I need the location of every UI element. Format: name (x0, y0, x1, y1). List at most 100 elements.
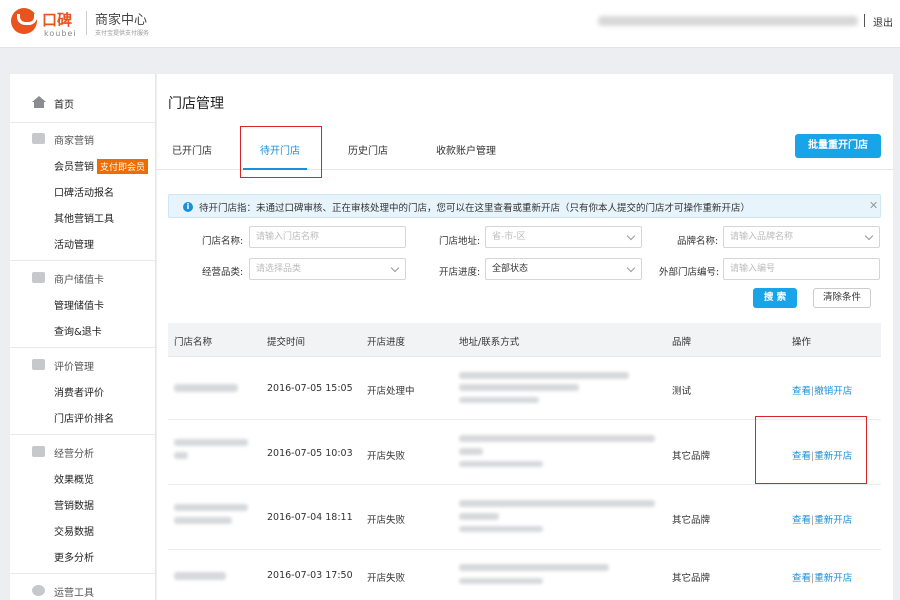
sidebar-item-member-marketing[interactable]: 会员营销 支付即会员 (54, 158, 149, 174)
col-operations: 操作 (792, 337, 812, 348)
home-icon (32, 96, 46, 108)
sidebar-item-store-ranking[interactable]: 门店评价排名 (54, 410, 114, 425)
sidebar-item-trade-data[interactable]: 交易数据 (54, 523, 94, 538)
close-icon[interactable]: ✕ (869, 199, 878, 212)
sidebar-item-other-tools[interactable]: 其他营销工具 (54, 210, 114, 225)
store-name-blurred (174, 439, 248, 446)
brand-name-input[interactable]: 请输入品牌名称 (723, 226, 880, 248)
clear-filters-button[interactable]: 清除条件 (813, 288, 871, 308)
tools-icon (32, 585, 45, 596)
brand-name-cn: 口碑 (42, 11, 73, 29)
batch-reopen-button[interactable]: 批量重开门店 (795, 134, 881, 158)
progress-status: 开店失败 (367, 573, 406, 584)
row-operations: 查看|撤销开店 (792, 386, 853, 397)
store-name-blurred (174, 452, 188, 459)
progress-select[interactable]: 全部状态 (485, 258, 642, 280)
address-blurred (459, 372, 629, 379)
cancel-open-link[interactable]: 撤销开店 (814, 386, 852, 397)
col-brand: 品牌 (672, 337, 692, 348)
review-icon (32, 359, 45, 370)
top-bar: 口碑 koubei 商家中心 支付宝提供支付服务 退出 (0, 0, 900, 48)
store-name-blurred (174, 517, 232, 524)
view-link[interactable]: 查看 (792, 386, 811, 397)
page-title: 门店管理 (168, 96, 224, 112)
submit-time: 2016-07-03 17:50 (267, 570, 353, 581)
address-blurred (459, 513, 499, 520)
address-blurred (459, 384, 579, 391)
store-address-select[interactable]: 省-市-区 (485, 226, 642, 248)
highlight-box-pending-tab (240, 126, 322, 178)
tab-opened-stores[interactable]: 已开门店 (172, 142, 212, 157)
search-button[interactable]: 搜 索 (753, 288, 797, 308)
view-link[interactable]: 查看 (792, 515, 811, 526)
notice-text: 待开门店指：未通过口碑审核、正在审核处理中的门店，您可以在这里查看或重新开店（只… (199, 203, 751, 214)
brand: 其它品牌 (672, 573, 711, 584)
store-name-blurred (174, 384, 238, 392)
view-link[interactable]: 查看 (792, 573, 811, 584)
table-row: 2016-07-03 17:50 开店失败 其它品牌 查看|重新开店 (168, 551, 881, 600)
col-progress: 开店进度 (367, 337, 406, 348)
sidebar-item-manage-card[interactable]: 管理储值卡 (54, 297, 104, 312)
center-title: 商家中心 (95, 13, 148, 28)
info-icon: i (183, 202, 193, 212)
tab-history-stores[interactable]: 历史门店 (348, 142, 388, 157)
submit-time: 2016-07-05 15:05 (267, 383, 353, 394)
address-blurred (459, 564, 609, 571)
progress-status: 开店失败 (367, 451, 406, 462)
logout-link[interactable]: 退出 (873, 14, 893, 29)
sidebar-item-activity-manage[interactable]: 活动管理 (54, 236, 94, 251)
col-store-name: 门店名称 (174, 337, 213, 348)
notice-banner: i 待开门店指：未通过口碑审核、正在审核处理中的门店，您可以在这里查看或重新开店… (168, 194, 881, 218)
sidebar-item-more-analysis[interactable]: 更多分析 (54, 549, 94, 564)
category-select[interactable]: 请选择品类 (249, 258, 406, 280)
submit-time: 2016-07-05 10:03 (267, 448, 353, 459)
address-blurred (459, 500, 655, 507)
sidebar-item-home[interactable]: 首页 (54, 96, 74, 111)
logo-divider (86, 11, 87, 35)
progress-status: 开店处理中 (367, 386, 415, 397)
header-divider (864, 14, 865, 27)
table-row: 2016-07-04 18:11 开店失败 其它品牌 查看|重新开店 (168, 486, 881, 550)
sidebar-item-consumer-review[interactable]: 消费者评价 (54, 384, 104, 399)
sidebar-group-marketing (10, 122, 156, 123)
koubei-logo-icon (11, 8, 37, 34)
table-row: 2016-07-05 15:05 开店处理中 测试 查看|撤销开店 (168, 358, 881, 420)
highlight-box-reopen-ops (755, 416, 867, 484)
analytics-icon (32, 446, 45, 457)
contact-blurred (459, 461, 543, 467)
sidebar-group-analytics (10, 434, 156, 435)
brand-name-label: 品牌名称: (677, 236, 719, 247)
progress-status: 开店失败 (367, 515, 406, 526)
store-name-label: 门店名称: (202, 236, 244, 247)
contact-blurred (459, 397, 539, 403)
sidebar-item-overview[interactable]: 效果概览 (54, 471, 94, 486)
submit-time: 2016-07-04 18:11 (267, 512, 353, 523)
table-header: 门店名称 提交时间 开店进度 地址/联系方式 品牌 操作 (168, 323, 881, 357)
sidebar-item-marketing-data[interactable]: 营销数据 (54, 497, 94, 512)
store-address-label: 门店地址: (439, 236, 481, 247)
contact-blurred (459, 578, 543, 584)
external-id-input[interactable]: 请输入编号 (723, 258, 880, 280)
sidebar-item-query-refund[interactable]: 查询&退卡 (54, 323, 102, 338)
main-panel: 门店管理 已开门店 待开门店 历史门店 收款账户管理 批量重开门店 i 待开门店… (157, 74, 893, 600)
tab-payment-accounts[interactable]: 收款账户管理 (436, 142, 496, 157)
row-operations: 查看|重新开店 (792, 573, 853, 584)
sidebar-group-tools (10, 573, 156, 574)
reopen-link[interactable]: 重新开店 (814, 573, 852, 584)
sidebar-item-activity-signup[interactable]: 口碑活动报名 (54, 184, 114, 199)
store-name-blurred (174, 572, 226, 580)
row-operations: 查看|重新开店 (792, 515, 853, 526)
pay-member-tag: 支付即会员 (97, 159, 149, 174)
reopen-link[interactable]: 重新开店 (814, 515, 852, 526)
col-address: 地址/联系方式 (459, 337, 520, 348)
address-blurred (459, 448, 483, 455)
koubei-logo[interactable]: 口碑 koubei 商家中心 支付宝提供支付服务 (11, 8, 161, 40)
contact-blurred (459, 526, 543, 532)
brand: 其它品牌 (672, 515, 711, 526)
col-submit-time: 提交时间 (267, 337, 306, 348)
card-icon (32, 272, 45, 283)
store-name-input[interactable]: 请输入门店名称 (249, 226, 406, 248)
address-blurred (459, 435, 655, 442)
marketing-icon (32, 133, 45, 144)
category-label: 经营品类: (202, 267, 244, 278)
